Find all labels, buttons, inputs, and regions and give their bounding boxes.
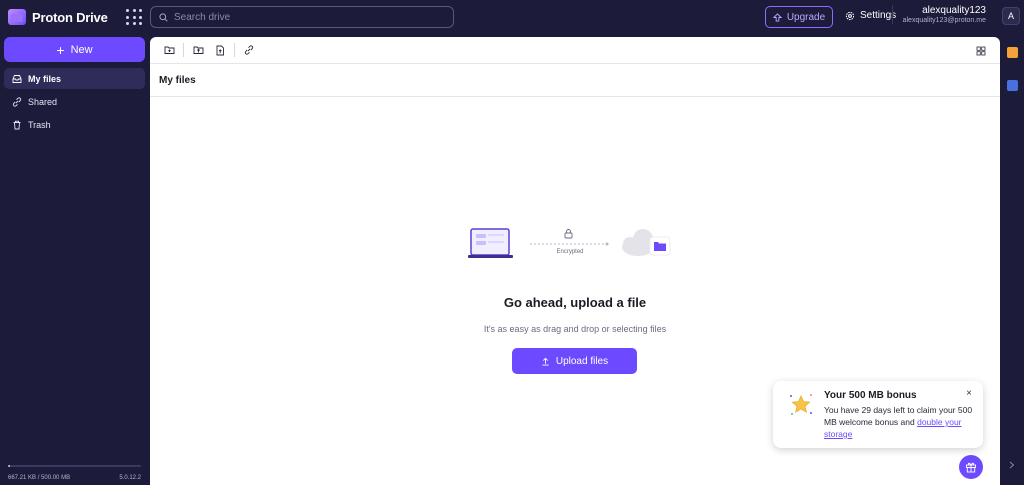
new-folder-button[interactable]	[158, 40, 180, 60]
cloud-icon	[622, 229, 671, 256]
link-icon	[12, 96, 22, 107]
upload-icon	[542, 357, 549, 366]
upload-illustration	[468, 228, 671, 258]
toolbar-divider	[234, 43, 235, 57]
app-version: 5.0.12.2	[119, 475, 141, 481]
close-icon[interactable]: ×	[963, 387, 975, 399]
storage-indicator[interactable]: 667.21 KB / 500.00 MB 5.0.12.2	[8, 465, 141, 481]
upgrade-button[interactable]: Upgrade	[765, 6, 833, 28]
calendar-app-icon[interactable]	[1007, 80, 1018, 91]
empty-state-subtitle: It's as easy as drag and drop or selecti…	[483, 324, 667, 334]
sidebar-nav: My files Shared Trash	[4, 68, 145, 137]
settings-button[interactable]: Settings	[845, 10, 896, 21]
app-name: Proton Drive	[32, 9, 108, 25]
sidebar-item-label: Shared	[28, 96, 58, 107]
sidebar-item-label: My files	[28, 73, 62, 84]
storage-usage: 667.21 KB / 500.00 MB	[8, 475, 71, 481]
proton-drive-logo-icon	[8, 9, 26, 25]
contacts-app-icon[interactable]	[1007, 47, 1018, 58]
inbox-icon	[12, 74, 22, 83]
top-header: Proton Drive Upgrade Settings alexqualit…	[0, 0, 1024, 36]
upload-file-button[interactable]	[209, 40, 231, 60]
apps-launcher-icon[interactable]	[126, 9, 142, 25]
empty-state-title: Go ahead, upload a file	[503, 295, 647, 310]
user-name: alexquality123	[922, 5, 986, 16]
chevron-right-icon[interactable]	[1009, 461, 1015, 469]
upload-folder-button[interactable]	[187, 40, 209, 60]
user-menu[interactable]: alexquality123 alexquality123@proton.me	[891, 5, 986, 24]
laptop-icon	[468, 228, 513, 258]
toast-title: Your 500 MB bonus	[824, 390, 917, 401]
storage-bar	[8, 465, 141, 467]
search-icon	[159, 12, 168, 22]
upload-file-icon	[216, 45, 224, 55]
share-link-button[interactable]	[238, 40, 260, 60]
toolbar	[150, 37, 1000, 64]
app-logo[interactable]: Proton Drive	[8, 9, 108, 25]
toolbar-divider	[183, 43, 184, 57]
search-input[interactable]	[174, 11, 444, 23]
search-bar[interactable]	[150, 6, 454, 28]
page-title: My files	[150, 64, 1000, 97]
upgrade-label: Upgrade	[786, 11, 826, 23]
storage-fill	[8, 465, 10, 467]
bonus-notification: Your 500 MB bonus You have 29 days left …	[773, 381, 983, 448]
sidebar-item-my-files[interactable]: My files	[4, 68, 145, 89]
new-button[interactable]: + New	[4, 37, 145, 62]
upload-files-label: Upload files	[555, 355, 609, 367]
gift-icon	[966, 462, 976, 473]
upload-folder-icon	[193, 46, 203, 54]
lock-icon	[564, 229, 573, 239]
grid-layout-icon	[976, 46, 986, 56]
sidebar-item-shared[interactable]: Shared	[4, 91, 145, 112]
upgrade-arrow-icon	[772, 12, 782, 22]
right-rail	[1000, 37, 1024, 485]
share-link-icon	[244, 45, 254, 55]
user-email: alexquality123@proton.me	[902, 17, 986, 24]
star-icon	[790, 394, 812, 415]
new-label: New	[70, 43, 93, 56]
gift-button[interactable]	[959, 455, 983, 479]
avatar[interactable]: A	[1002, 7, 1020, 25]
sidebar-item-label: Trash	[28, 119, 51, 130]
trash-icon	[13, 120, 21, 129]
sidebar-item-trash[interactable]: Trash	[4, 114, 145, 135]
encrypted-label: Encrypted	[556, 249, 584, 255]
upload-files-button[interactable]: Upload files	[512, 348, 637, 374]
plus-icon: +	[56, 41, 65, 58]
gear-icon	[845, 11, 855, 20]
new-folder-icon	[164, 46, 174, 54]
toast-body: You have 29 days left to claim your 500 …	[824, 405, 973, 439]
layout-toggle-button[interactable]	[970, 41, 992, 61]
